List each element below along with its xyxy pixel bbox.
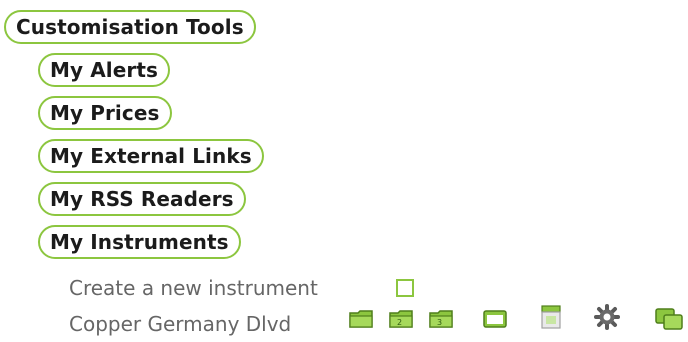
add-instrument-icon[interactable] xyxy=(396,279,414,297)
svg-text:3: 3 xyxy=(437,318,442,327)
copy-icon[interactable] xyxy=(654,305,684,333)
menu-item-label: My Instruments xyxy=(50,230,229,254)
instrument-name: Copper Germany Dlvd xyxy=(69,312,292,336)
create-instrument-label: Create a new instrument xyxy=(69,276,318,300)
menu-item-my-prices[interactable]: My Prices xyxy=(38,96,172,130)
folder-3-icon[interactable]: 3 xyxy=(428,307,454,331)
create-instrument-link[interactable]: Create a new instrument xyxy=(69,276,318,300)
menu-item-my-external-links[interactable]: My External Links xyxy=(38,139,264,173)
menu-item-label: My Alerts xyxy=(50,58,159,82)
gear-icon[interactable] xyxy=(594,304,620,330)
instrument-name-link[interactable]: Copper Germany Dlvd xyxy=(69,312,291,336)
svg-text:2: 2 xyxy=(397,318,402,327)
menu-item-label: My Prices xyxy=(50,101,160,125)
calendar-icon[interactable] xyxy=(540,303,562,331)
menu-item-label: My RSS Readers xyxy=(50,187,234,211)
window-icon[interactable] xyxy=(482,308,508,330)
folder-icon[interactable] xyxy=(348,307,374,331)
menu-item-my-alerts[interactable]: My Alerts xyxy=(38,53,171,87)
menu-item-label: My External Links xyxy=(50,144,252,168)
folder-2-icon[interactable]: 2 xyxy=(388,307,414,331)
menu-title-label: Customisation Tools xyxy=(16,15,244,39)
menu-item-my-rss-readers[interactable]: My RSS Readers xyxy=(38,182,246,216)
menu-title[interactable]: Customisation Tools xyxy=(4,10,256,44)
menu-item-my-instruments[interactable]: My Instruments xyxy=(38,225,241,259)
